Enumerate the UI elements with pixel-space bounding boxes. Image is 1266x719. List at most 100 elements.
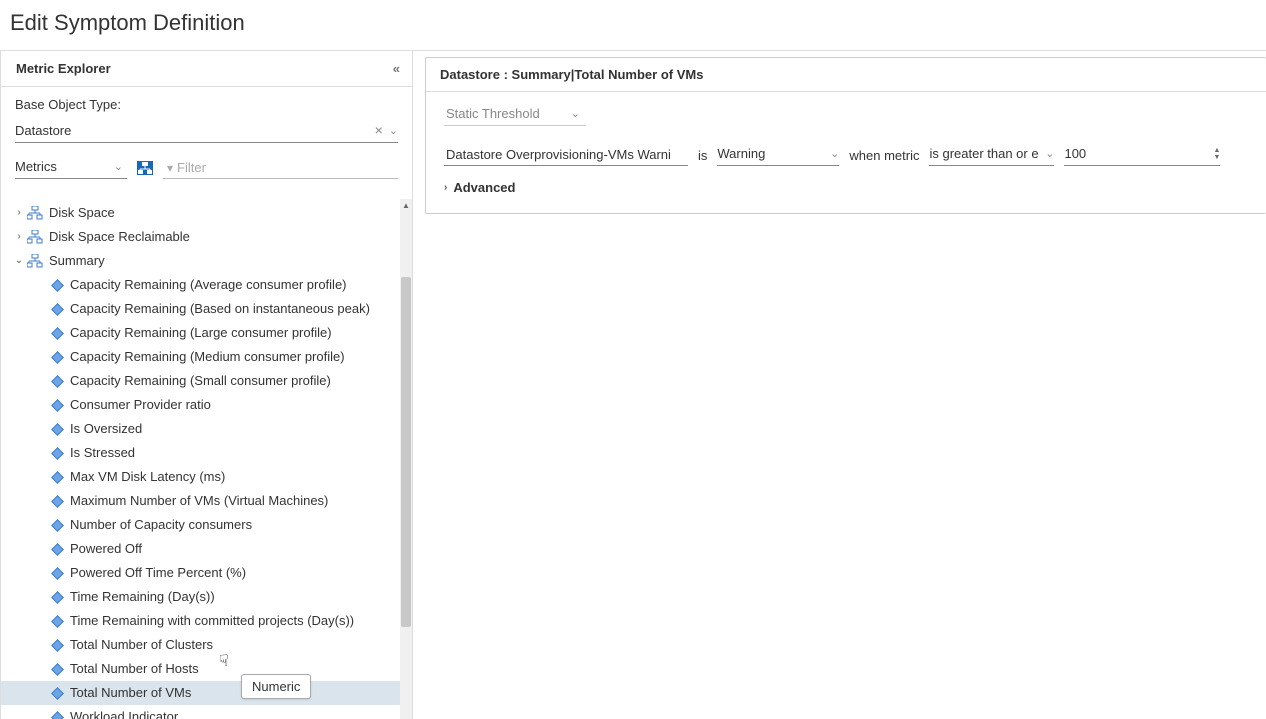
tree-leaf[interactable]: Max VM Disk Latency (ms) xyxy=(1,465,412,489)
metric-icon xyxy=(51,639,64,652)
tree-leaf[interactable]: Consumer Provider ratio xyxy=(1,393,412,417)
is-label: is xyxy=(698,148,707,163)
leaf-label: Total Number of Clusters xyxy=(70,636,213,654)
tree-leaf[interactable]: Powered Off xyxy=(1,537,412,561)
filter-placeholder: Filter xyxy=(177,160,206,175)
threshold-type-select[interactable]: Static Threshold ⌄ xyxy=(444,104,586,126)
tree-leaf[interactable]: Capacity Remaining (Average consumer pro… xyxy=(1,273,412,297)
metric-icon xyxy=(51,279,64,292)
leaf-label: Consumer Provider ratio xyxy=(70,396,211,414)
tree-leaf[interactable]: Maximum Number of VMs (Virtual Machines) xyxy=(1,489,412,513)
leaf-label: Capacity Remaining (Small consumer profi… xyxy=(70,372,331,390)
metric-explorer-panel: Metric Explorer « Base Object Type: Data… xyxy=(0,51,413,719)
metric-icon xyxy=(51,663,64,676)
threshold-value-input[interactable]: 100 ▲▼ xyxy=(1064,144,1220,166)
folder-label: Summary xyxy=(49,252,105,270)
panel-title: Metric Explorer xyxy=(16,61,111,76)
filter-icon: ▾ xyxy=(167,161,173,175)
tree-leaf[interactable]: Time Remaining (Day(s)) xyxy=(1,585,412,609)
metric-icon xyxy=(51,495,64,508)
tree-leaf[interactable]: Capacity Remaining (Large consumer profi… xyxy=(1,321,412,345)
scrollbar-thumb[interactable] xyxy=(401,277,411,627)
severity-value: Warning xyxy=(717,146,765,161)
advanced-toggle[interactable]: › Advanced xyxy=(444,180,1248,195)
leaf-label: Capacity Remaining (Medium consumer prof… xyxy=(70,348,345,366)
hierarchy-icon xyxy=(27,206,43,220)
leaf-label: Total Number of VMs xyxy=(70,684,191,702)
metric-icon xyxy=(51,327,64,340)
tree-leaf[interactable]: Total Number of VMs xyxy=(1,681,412,705)
leaf-label: Workload Indicator xyxy=(70,708,178,719)
filter-input[interactable]: ▾ Filter xyxy=(163,157,398,179)
leaf-label: Powered Off Time Percent (%) xyxy=(70,564,246,582)
chevron-right-icon[interactable]: › xyxy=(13,204,25,222)
threshold-value: 100 xyxy=(1064,146,1213,161)
clear-icon[interactable]: × xyxy=(375,122,383,138)
metric-icon xyxy=(51,471,64,484)
tree-folder[interactable]: › Disk Space Reclaimable xyxy=(1,225,412,249)
metric-icon xyxy=(51,423,64,436)
tree-leaf[interactable]: Capacity Remaining (Medium consumer prof… xyxy=(1,345,412,369)
hierarchy-icon[interactable] xyxy=(137,161,153,175)
operator-select[interactable]: is greater than or e ⌄ xyxy=(929,144,1054,166)
chevron-down-icon[interactable]: ⌄ xyxy=(389,124,398,137)
metric-icon xyxy=(51,303,64,316)
leaf-label: Total Number of Hosts xyxy=(70,660,199,678)
tree-leaf[interactable]: Total Number of Clusters xyxy=(1,633,412,657)
leaf-label: Time Remaining (Day(s)) xyxy=(70,588,215,606)
collapse-panel-icon[interactable]: « xyxy=(393,61,400,76)
folder-label: Disk Space Reclaimable xyxy=(49,228,190,246)
operator-value: is greater than or e xyxy=(929,146,1038,161)
tree-leaf[interactable]: Powered Off Time Percent (%) xyxy=(1,561,412,585)
chevron-down-icon[interactable]: ⌄ xyxy=(1045,147,1054,160)
metric-path-header: Datastore : Summary|Total Number of VMs xyxy=(426,58,1266,92)
metric-icon xyxy=(51,687,64,700)
metric-type-tooltip: Numeric xyxy=(241,674,311,699)
leaf-label: Powered Off xyxy=(70,540,142,558)
category-select[interactable]: Metrics ⌄ xyxy=(15,157,127,179)
base-object-select[interactable]: Datastore × ⌄ xyxy=(15,118,398,143)
leaf-label: Capacity Remaining (Based on instantaneo… xyxy=(70,300,370,318)
scroll-up-icon[interactable]: ▲ xyxy=(400,199,412,211)
symptom-name-input[interactable] xyxy=(444,144,688,166)
metric-icon xyxy=(51,519,64,532)
scrollbar-track[interactable]: ▲ xyxy=(400,199,412,719)
metric-icon xyxy=(51,567,64,580)
tree-leaf[interactable]: Capacity Remaining (Based on instantaneo… xyxy=(1,297,412,321)
leaf-label: Max VM Disk Latency (ms) xyxy=(70,468,225,486)
chevron-right-icon[interactable]: › xyxy=(13,228,25,246)
tree-folder[interactable]: ⌄ Summary xyxy=(1,249,412,273)
tree-leaf[interactable]: Is Oversized xyxy=(1,417,412,441)
page-title: Edit Symptom Definition xyxy=(0,0,1266,50)
metric-icon xyxy=(51,447,64,460)
chevron-down-icon[interactable]: ⌄ xyxy=(114,160,123,173)
metric-icon xyxy=(51,615,64,628)
when-label: when metric xyxy=(849,148,919,163)
stepper-arrows[interactable]: ▲▼ xyxy=(1214,147,1221,161)
base-object-label: Base Object Type: xyxy=(15,97,398,112)
chevron-down-icon[interactable]: ⌄ xyxy=(13,252,25,270)
chevron-right-icon: › xyxy=(444,182,447,193)
leaf-label: Capacity Remaining (Average consumer pro… xyxy=(70,276,347,294)
tree-leaf[interactable]: Workload Indicator xyxy=(1,705,412,719)
tree-leaf[interactable]: Is Stressed xyxy=(1,441,412,465)
tree-folder[interactable]: › Disk Space xyxy=(1,201,412,225)
tree-leaf[interactable]: Capacity Remaining (Small consumer profi… xyxy=(1,369,412,393)
folder-label: Disk Space xyxy=(49,204,115,222)
chevron-down-icon[interactable]: ⌄ xyxy=(571,107,580,120)
leaf-label: Is Oversized xyxy=(70,420,142,438)
metric-icon xyxy=(51,591,64,604)
tree-leaf[interactable]: Time Remaining with committed projects (… xyxy=(1,609,412,633)
tree-leaf[interactable]: Total Number of Hosts xyxy=(1,657,412,681)
metric-icon xyxy=(51,351,64,364)
hierarchy-icon xyxy=(27,230,43,244)
metric-icon xyxy=(51,375,64,388)
leaf-label: Maximum Number of VMs (Virtual Machines) xyxy=(70,492,328,510)
base-object-value: Datastore xyxy=(15,123,375,138)
chevron-down-icon[interactable]: ⌄ xyxy=(830,147,839,160)
leaf-label: Capacity Remaining (Large consumer profi… xyxy=(70,324,332,342)
tree-leaf[interactable]: Number of Capacity consumers xyxy=(1,513,412,537)
leaf-label: Number of Capacity consumers xyxy=(70,516,252,534)
advanced-label: Advanced xyxy=(453,180,515,195)
severity-select[interactable]: Warning ⌄ xyxy=(717,144,839,166)
